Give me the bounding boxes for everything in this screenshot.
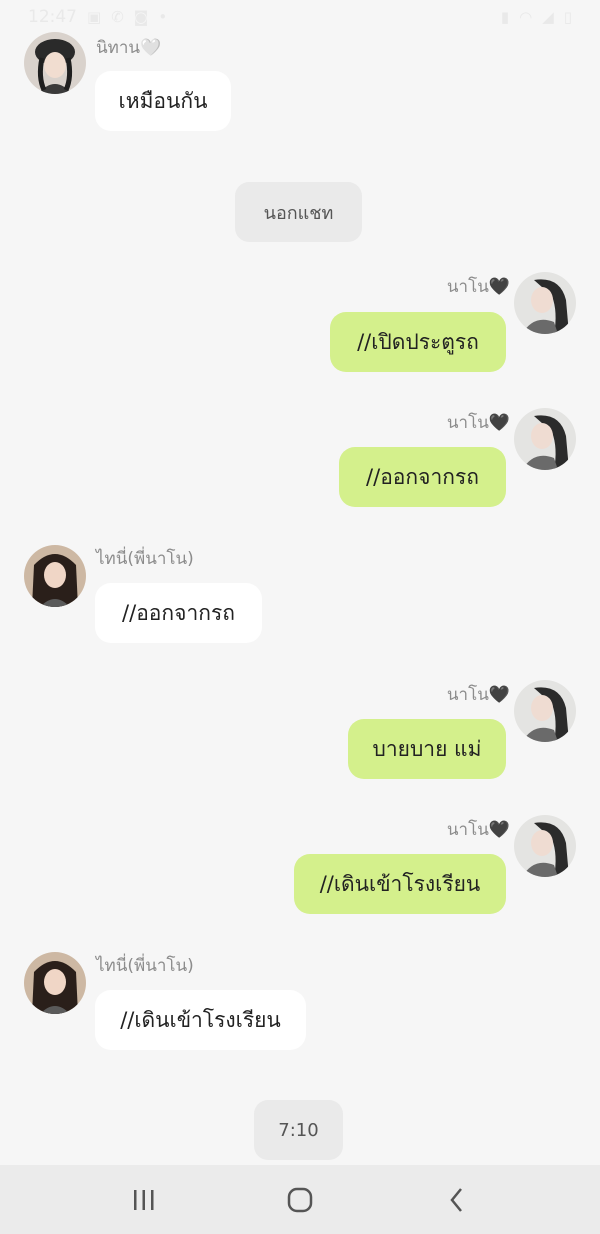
sender-name: นิทาน🤍 [96,38,162,58]
message-text: บายบาย แม่ [372,736,482,761]
avatar-image [514,815,576,877]
home-icon [287,1187,313,1213]
sender-name: นาโน🖤 [446,413,510,433]
message-bubble-incoming[interactable]: //ออกจากรถ [95,583,262,643]
avatar-image [24,952,86,1014]
avatar-image [24,32,86,94]
message-text: เหมือนกัน [118,88,208,113]
message-text: //ออกจากรถ [122,600,235,625]
avatar[interactable] [514,815,576,877]
message-bubble-outgoing[interactable]: //ออกจากรถ [339,447,506,507]
sender-name: ไทนี่(พี่นาโน) [96,956,194,976]
sender-name: ไทนี่(พี่นาโน) [96,549,194,569]
avatar-image [514,680,576,742]
time-separator-text: 7:10 [278,1119,319,1141]
avatar[interactable] [24,32,86,94]
avatar-image [514,272,576,334]
sender-name: นาโน🖤 [446,277,510,297]
recent-apps-button[interactable] [124,1185,164,1215]
sender-name: นาโน🖤 [446,685,510,705]
message-text: //เปิดประตูรถ [357,329,479,354]
home-button[interactable] [280,1185,320,1215]
message-text: //เดินเข้าโรงเรียน [120,1007,281,1032]
navigation-bar [0,1165,600,1234]
avatar[interactable] [514,408,576,470]
system-notice-text: นอกแชท [263,202,334,224]
avatar[interactable] [514,272,576,334]
message-bubble-incoming[interactable]: เหมือนกัน [95,71,231,131]
avatar-image [24,545,86,607]
avatar[interactable] [24,545,86,607]
sender-name: นาโน🖤 [446,820,510,840]
message-text: //เดินเข้าโรงเรียน [319,871,481,896]
avatar-image [514,408,576,470]
message-text: //ออกจากรถ [366,464,479,489]
message-bubble-outgoing[interactable]: //เดินเข้าโรงเรียน [294,854,506,914]
message-bubble-outgoing[interactable]: บายบาย แม่ [348,719,506,779]
avatar[interactable] [514,680,576,742]
system-notice: นอกแชท [235,182,362,242]
avatar[interactable] [24,952,86,1014]
chat-area[interactable]: นิทาน🤍 เหมือนกัน นอกแชท นาโน🖤 //เปิดประต… [0,0,600,1165]
time-separator: 7:10 [254,1100,343,1160]
message-bubble-incoming[interactable]: //เดินเข้าโรงเรียน [95,990,306,1050]
back-icon [450,1188,462,1212]
recent-apps-icon [134,1190,154,1210]
back-button[interactable] [437,1185,477,1215]
message-bubble-outgoing[interactable]: //เปิดประตูรถ [330,312,506,372]
